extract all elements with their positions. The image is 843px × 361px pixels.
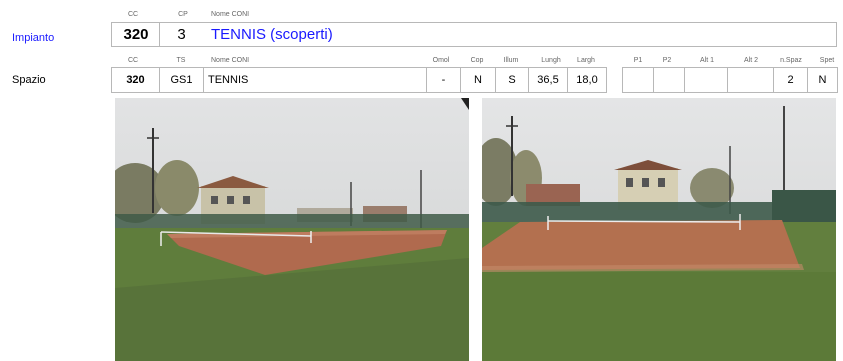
spazio-header-spet: Spet (819, 57, 835, 64)
tennis-court-photo-2 (482, 98, 836, 361)
spazio-header-cc: CC (127, 57, 139, 64)
spazio-header-p1: P1 (633, 57, 643, 64)
spazio-header-omol: Omol (432, 57, 450, 64)
impianto-cp-value: 3 (159, 22, 204, 47)
spazio-p2-value (653, 67, 685, 93)
spazio-lungh-value: 36,5 (528, 67, 568, 93)
spazio-nspaz-value: 2 (773, 67, 808, 93)
spazio-header-nome: Nome CONI (211, 57, 250, 64)
tennis-court-photo-1 (115, 98, 469, 361)
spazio-header-alt2: Alt 2 (743, 57, 758, 64)
impianto-row-label: Impianto (12, 32, 55, 44)
spazio-row-label: Spazio (12, 74, 46, 86)
spazio-header-cop: Cop (470, 57, 484, 64)
spazio-alt2-value (727, 67, 774, 93)
spazio-header-ts: TS (176, 57, 186, 64)
impianto-header-cp: CP (178, 11, 188, 18)
spazio-cop-value: N (460, 67, 496, 93)
spazio-nome-value: TENNIS (203, 67, 427, 93)
spazio-header-lungh: Lungh (541, 57, 561, 64)
spazio-largh-value: 18,0 (567, 67, 607, 93)
spazio-header-illum: Illum (503, 57, 519, 64)
impianto-cc-value: 320 (111, 22, 160, 47)
spazio-header-p2: P2 (662, 57, 672, 64)
spazio-omol-value: - (426, 67, 461, 93)
spazio-header-largh: Largh (577, 57, 595, 64)
spazio-illum-value: S (495, 67, 529, 93)
spazio-cc-value: 320 (111, 67, 160, 93)
impianto-header-cc: CC (127, 11, 139, 18)
spazio-ts-value: GS1 (159, 67, 204, 93)
spazio-p1-value (622, 67, 654, 93)
impianto-header-nome: Nome CONI (211, 11, 250, 18)
spazio-header-nspaz: n.Spaz (780, 57, 802, 64)
spazio-header-alt1: Alt 1 (699, 57, 714, 64)
spazio-alt1-value (684, 67, 728, 93)
spazio-spet-value: N (807, 67, 838, 93)
impianto-nome-link[interactable]: TENNIS (scoperti) (203, 22, 837, 47)
